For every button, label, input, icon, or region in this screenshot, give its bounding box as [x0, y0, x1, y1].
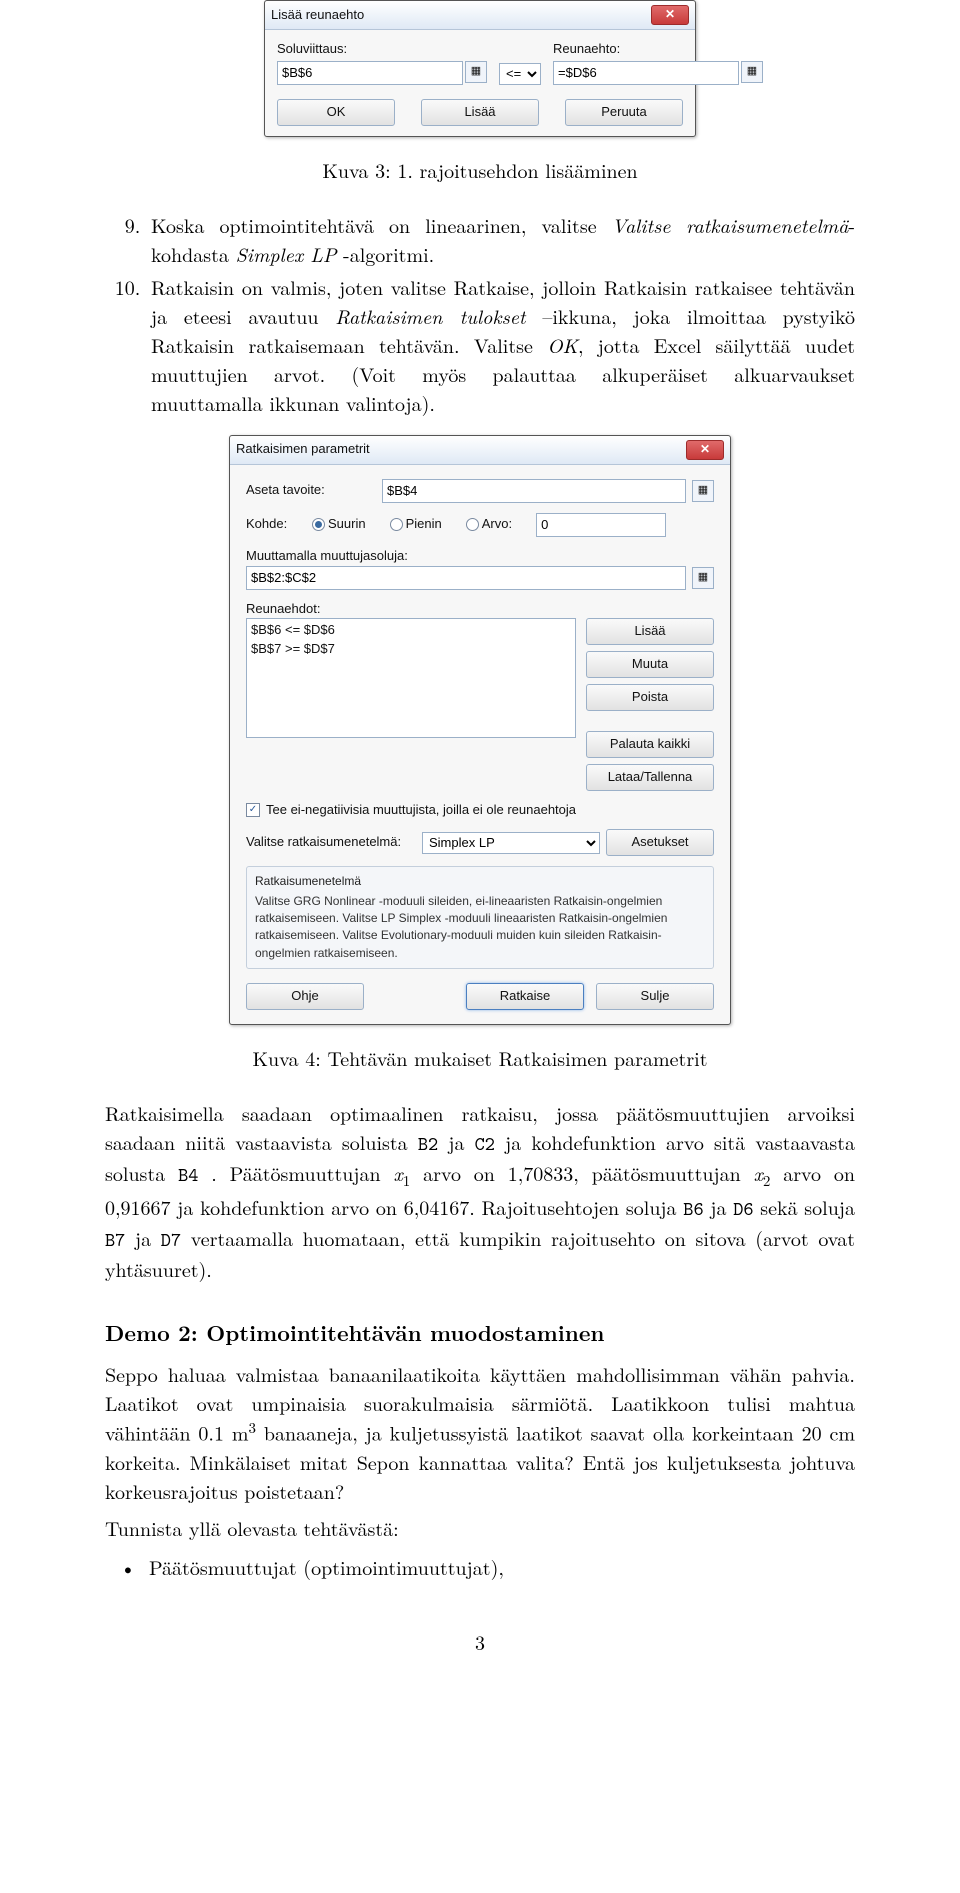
constraint-row[interactable]: $B$7 >= $D$7 — [251, 640, 571, 659]
input-value-of[interactable] — [536, 513, 666, 537]
add-button[interactable]: Lisää — [421, 99, 539, 126]
page-number: 3 — [105, 1627, 855, 1656]
figure4-caption: Kuva 4: Tehtävän mukaiset Ratkaisimen pa… — [105, 1043, 855, 1072]
input-set-target[interactable] — [382, 479, 686, 503]
checkbox-nonneg[interactable]: ✓ — [246, 803, 260, 817]
reset-all-button[interactable]: Palauta kaikki — [586, 731, 714, 758]
step-10: Ratkaisin on valmis, joten valitse Ratka… — [147, 272, 855, 417]
constraint-delete-button[interactable]: Poista — [586, 684, 714, 711]
dialog1-titlebar[interactable]: Lisää reunaehto ✕ — [265, 1, 695, 30]
label-nonneg: Tee ei-negatiivisia muuttujista, joilla … — [266, 801, 576, 820]
demo2-paragraph1: Seppo haluaa valmistaa banaanilaatikoita… — [105, 1359, 855, 1505]
dialog2-titlebar[interactable]: Ratkaisimen parametrit ✕ — [230, 436, 730, 465]
close-icon[interactable]: ✕ — [686, 440, 724, 460]
label-set-target: Aseta tavoite: — [246, 481, 376, 500]
label-constraints: Reunaehdot: — [246, 600, 714, 619]
constraint-row[interactable]: $B$6 <= $D$6 — [251, 621, 571, 640]
constraint-change-button[interactable]: Muuta — [586, 651, 714, 678]
input-cellref[interactable] — [277, 61, 463, 85]
label-method: Valitse ratkaisumenetelmä: — [246, 833, 416, 852]
label-constraint: Reunaehto: — [553, 40, 763, 59]
label-changing-cells: Muuttamalla muuttujasoluja: — [246, 547, 714, 566]
demo2-heading: Demo 2: Optimointitehtävän muodostaminen — [105, 1317, 855, 1349]
help-button[interactable]: Ohje — [246, 983, 364, 1010]
label-kohde: Kohde: — [246, 515, 306, 534]
label-cellref: Soluviittaus: — [277, 40, 487, 59]
bullet-item: Päätösmuuttujat (optimointimuuttujat), — [149, 1552, 855, 1581]
constraints-listbox[interactable]: $B$6 <= $D$6 $B$7 >= $D$7 — [246, 618, 576, 738]
select-method[interactable]: Simplex LP — [422, 832, 600, 854]
load-save-button[interactable]: Lataa/Tallenna — [586, 764, 714, 791]
figure3-caption: Kuva 3: 1. rajoitusehdon lisääminen — [105, 155, 855, 184]
method-description-title: Ratkaisumenetelmä — [255, 873, 705, 890]
demo2-paragraph2: Tunnista yllä olevasta tehtävästä: — [105, 1513, 855, 1542]
options-button[interactable]: Asetukset — [606, 829, 714, 856]
range-picker-icon[interactable]: ▦ — [741, 61, 763, 83]
input-changing-cells[interactable] — [246, 566, 686, 590]
input-constraint[interactable] — [553, 61, 739, 85]
constraint-add-button[interactable]: Lisää — [586, 618, 714, 645]
range-picker-icon[interactable]: ▦ — [692, 567, 714, 589]
dialog2-title: Ratkaisimen parametrit — [236, 440, 370, 459]
range-picker-icon[interactable]: ▦ — [692, 480, 714, 502]
select-operator[interactable]: <= — [499, 63, 541, 85]
radio-min[interactable]: Pienin — [390, 515, 442, 534]
radio-max[interactable]: Suurin — [312, 515, 366, 534]
method-description-body: Valitse GRG Nonlinear -moduuli sileiden,… — [255, 893, 705, 963]
close-icon[interactable]: ✕ — [651, 5, 689, 25]
range-picker-icon[interactable]: ▦ — [465, 61, 487, 83]
dialog1-title: Lisää reunaehto — [271, 6, 364, 25]
demo2-bullet-list: Päätösmuuttujat (optimointimuuttujat), — [105, 1552, 855, 1581]
solve-button[interactable]: Ratkaise — [466, 983, 584, 1010]
close-button[interactable]: Sulje — [596, 983, 714, 1010]
dialog-add-constraint: Lisää reunaehto ✕ Soluviittaus: ▦ <= — [264, 0, 696, 137]
dialog-solver-parameters: Ratkaisimen parametrit ✕ Aseta tavoite: … — [229, 435, 731, 1025]
ok-button[interactable]: OK — [277, 99, 395, 126]
cancel-button[interactable]: Peruuta — [565, 99, 683, 126]
radio-value[interactable]: Arvo: — [466, 515, 512, 534]
method-description-box: Ratkaisumenetelmä Valitse GRG Nonlinear … — [246, 866, 714, 969]
result-paragraph: Ratkaisimella saadaan optimaalinen ratka… — [105, 1098, 855, 1283]
step-9: Koska optimointitehtävä on lineaarinen, … — [147, 210, 855, 268]
